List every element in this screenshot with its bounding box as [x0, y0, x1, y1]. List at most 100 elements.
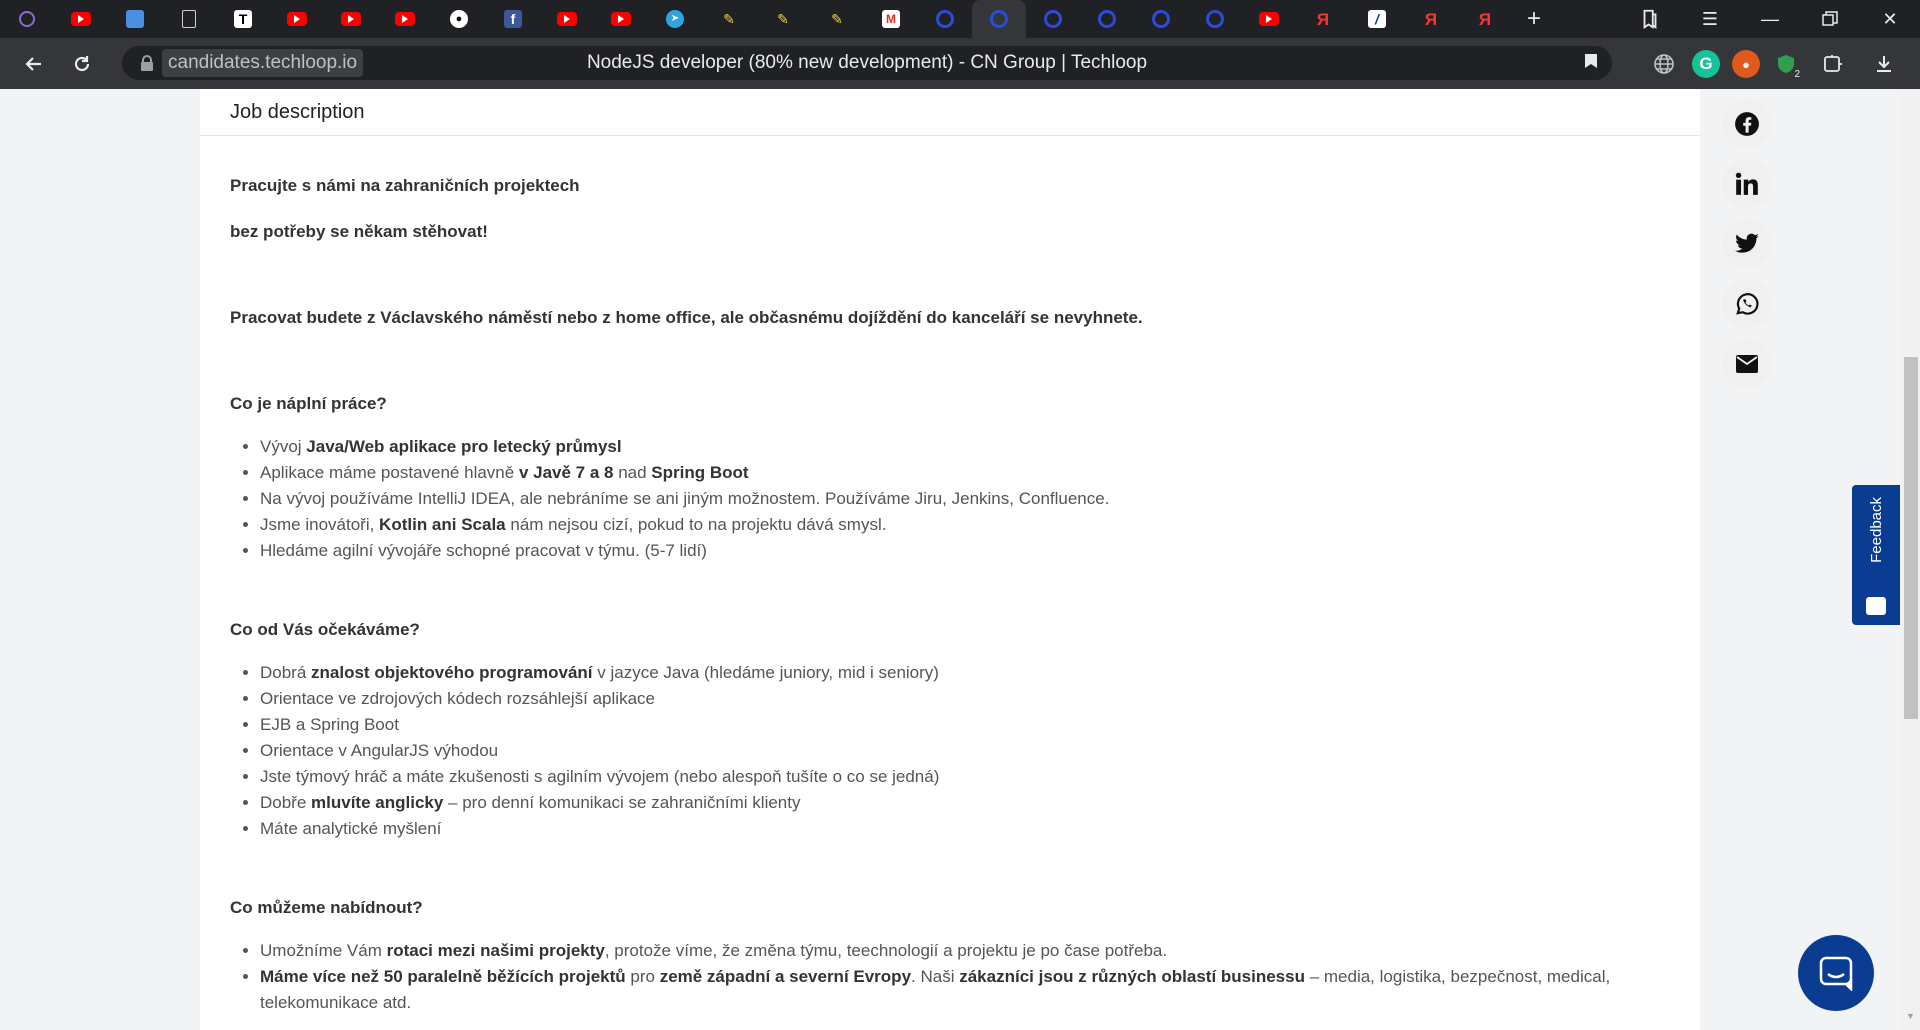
- browser-tab[interactable]: [324, 0, 378, 38]
- browser-tab[interactable]: [1134, 0, 1188, 38]
- minimize-button[interactable]: —: [1740, 0, 1800, 38]
- feedback-label: Feedback: [1867, 497, 1885, 563]
- browser-tab[interactable]: [1026, 0, 1080, 38]
- tab-search-menu-icon[interactable]: ☰: [1680, 0, 1740, 38]
- browser-tab[interactable]: T: [216, 0, 270, 38]
- browser-tab[interactable]: [972, 0, 1026, 38]
- duty-item: Na vývoj používáme IntelliJ IDEA, ale ne…: [260, 486, 1670, 512]
- youtube-icon: [395, 12, 415, 26]
- chat-launcher-button[interactable]: [1798, 935, 1874, 1011]
- browser-tab[interactable]: [270, 0, 324, 38]
- intro-line-3: Pracovat budete z Václavského náměstí ne…: [230, 308, 1143, 327]
- email-share-button[interactable]: [1722, 339, 1772, 388]
- bold-text: Spring Boot: [651, 463, 749, 482]
- browser-tab[interactable]: [918, 0, 972, 38]
- duties-list: Vývoj Java/Web aplikace pro letecký prům…: [230, 434, 1670, 564]
- grammarly-icon[interactable]: G: [1692, 50, 1720, 78]
- browser-tab[interactable]: M: [864, 0, 918, 38]
- browser-tab[interactable]: [1188, 0, 1242, 38]
- browser-tab[interactable]: [594, 0, 648, 38]
- back-button[interactable]: [10, 44, 58, 84]
- lock-icon[interactable]: [134, 50, 160, 76]
- browser-tab[interactable]: ✎: [702, 0, 756, 38]
- browser-tab[interactable]: ✎: [810, 0, 864, 38]
- browser-tab[interactable]: /: [1350, 0, 1404, 38]
- whatsapp-share-icon: [1736, 292, 1759, 315]
- slash-icon: /: [1368, 10, 1386, 28]
- browser-toolbar: candidates.techloop.io NodeJS developer …: [0, 38, 1920, 89]
- linkedin-share-button[interactable]: [1722, 159, 1772, 208]
- browser-tab[interactable]: [0, 0, 54, 38]
- browser-tab[interactable]: [162, 0, 216, 38]
- tab-list: T ● f ➤ ✎ ✎ ✎ M Я / Я Я: [0, 0, 1512, 38]
- browser-tab[interactable]: [378, 0, 432, 38]
- expectations-heading: Co od Vás očekáváme?: [230, 620, 420, 639]
- ring-icon: [1044, 10, 1062, 28]
- download-icon[interactable]: [1870, 50, 1898, 78]
- duty-item: Jsme inovátoři, Kotlin ani Scala nám nej…: [260, 512, 1670, 538]
- expectation-item: Dobrá znalost objektového programování v…: [260, 660, 1670, 686]
- fox-extension-icon[interactable]: ●: [1732, 50, 1760, 78]
- feedback-tab[interactable]: Feedback: [1852, 485, 1900, 625]
- address-bar[interactable]: candidates.techloop.io NodeJS developer …: [122, 46, 1612, 80]
- text-segment: v jazyce Java (hledáme juniory, mid i se…: [592, 663, 939, 682]
- browser-tab[interactable]: [1080, 0, 1134, 38]
- browser-tab[interactable]: Я: [1458, 0, 1512, 38]
- browser-tab[interactable]: ✎: [756, 0, 810, 38]
- twitter-share-icon: [1735, 233, 1759, 253]
- browser-tab[interactable]: ●: [432, 0, 486, 38]
- duty-item: Aplikace máme postavené hlavně v Javě 7 …: [260, 460, 1670, 486]
- bookmark-icon[interactable]: [1584, 53, 1598, 74]
- whatsapp-share-button[interactable]: [1722, 279, 1772, 328]
- scrollbar-thumb[interactable]: [1904, 357, 1918, 719]
- feedback-smiley-icon: [1866, 597, 1886, 615]
- reading-list-icon[interactable]: [1620, 0, 1680, 38]
- browser-tab[interactable]: [540, 0, 594, 38]
- reload-button[interactable]: [58, 44, 106, 84]
- extensions-puzzle-icon[interactable]: [1820, 50, 1848, 78]
- offer-list: Umožníme Vám rotaci mezi našimi projekty…: [230, 938, 1670, 1016]
- section-title: Job description: [230, 100, 365, 123]
- close-window-button[interactable]: ✕: [1860, 0, 1920, 38]
- youtube-icon: [287, 12, 307, 26]
- browser-tab[interactable]: f: [486, 0, 540, 38]
- text-segment: Orientace v AngularJS výhodou: [260, 741, 499, 760]
- shield-extension-icon[interactable]: 2: [1772, 50, 1800, 80]
- email-share-icon: [1736, 354, 1758, 373]
- url-text[interactable]: candidates.techloop.io: [162, 49, 364, 77]
- facebook-share-button[interactable]: [1722, 99, 1772, 148]
- youtube-icon: [71, 12, 91, 26]
- browser-tab[interactable]: Я: [1404, 0, 1458, 38]
- browser-tab[interactable]: [1242, 0, 1296, 38]
- scroll-down-arrow-icon[interactable]: ▼: [1906, 1011, 1915, 1021]
- expectation-item: Dobře mluvíte anglicky – pro denní komun…: [260, 790, 1670, 816]
- browser-tab[interactable]: ➤: [648, 0, 702, 38]
- text-segment: nad: [613, 463, 652, 482]
- new-tab-button[interactable]: +: [1512, 5, 1556, 33]
- twitter-share-button[interactable]: [1722, 219, 1772, 268]
- duty-item: Vývoj Java/Web aplikace pro letecký prům…: [260, 434, 1670, 460]
- share-buttons: [1722, 99, 1772, 388]
- intro-line-2: bez potřeby se někam stěhovat!: [230, 222, 488, 241]
- browser-tab[interactable]: [54, 0, 108, 38]
- text-segment: Hledáme agilní vývojáře schopné pracovat…: [260, 541, 707, 560]
- browser-tab[interactable]: Я: [1296, 0, 1350, 38]
- text-segment: – pro denní komunikaci se zahraničními k…: [443, 793, 801, 812]
- pen-icon: ✎: [831, 11, 843, 27]
- t-icon: T: [234, 10, 252, 28]
- ring-icon: [1206, 10, 1224, 28]
- youtube-icon: [557, 12, 577, 26]
- offer-heading: Co můžeme nabídnout?: [230, 898, 423, 917]
- text-segment: . Naši: [911, 967, 960, 986]
- restore-button[interactable]: [1800, 0, 1860, 38]
- chat-bubble-icon: [1819, 956, 1853, 991]
- purple-circle-icon: [19, 11, 35, 27]
- text-segment: EJB a Spring Boot: [260, 715, 399, 734]
- globe-extension-icon[interactable]: [1650, 50, 1678, 78]
- document-icon: [182, 10, 196, 28]
- yandex-icon: Я: [1424, 9, 1438, 29]
- browser-tab[interactable]: [108, 0, 162, 38]
